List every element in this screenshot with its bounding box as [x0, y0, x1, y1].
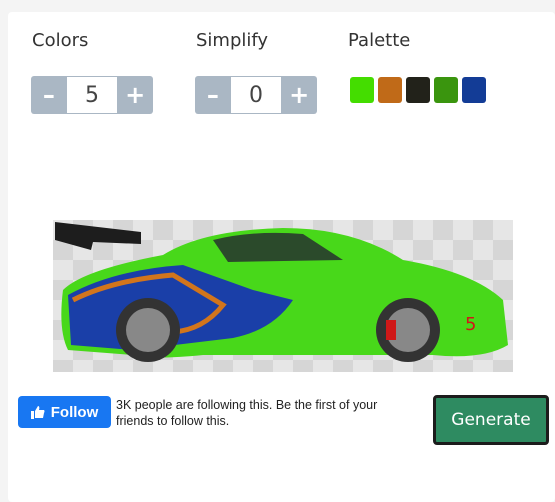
palette-swatch[interactable]	[406, 77, 430, 103]
colors-stepper: – 5 +	[31, 76, 153, 114]
simplify-increment-button[interactable]: +	[281, 76, 317, 114]
generate-button[interactable]: Generate	[433, 395, 549, 445]
simplify-decrement-button[interactable]: –	[195, 76, 231, 114]
palette-swatch[interactable]	[434, 77, 458, 103]
palette-swatches	[350, 77, 486, 103]
colors-decrement-button[interactable]: –	[31, 76, 67, 114]
simplify-input[interactable]: 0	[230, 77, 282, 113]
thumbs-up-icon	[30, 406, 45, 419]
car-image: 5	[53, 220, 513, 372]
palette-swatch[interactable]	[350, 77, 374, 103]
palette-label: Palette	[348, 30, 411, 51]
palette-swatch[interactable]	[462, 77, 486, 103]
colors-input[interactable]: 5	[66, 77, 118, 113]
svg-text:5: 5	[465, 314, 476, 335]
follow-label: Follow	[50, 403, 99, 421]
palette-swatch[interactable]	[378, 77, 402, 103]
follow-text: 3K people are following this. Be the fir…	[116, 398, 378, 428]
follow-button[interactable]: Follow	[18, 396, 111, 428]
colors-increment-button[interactable]: +	[117, 76, 153, 114]
simplify-stepper: – 0 +	[195, 76, 317, 114]
simplify-label: Simplify	[196, 30, 269, 51]
colors-label: Colors	[32, 30, 89, 51]
